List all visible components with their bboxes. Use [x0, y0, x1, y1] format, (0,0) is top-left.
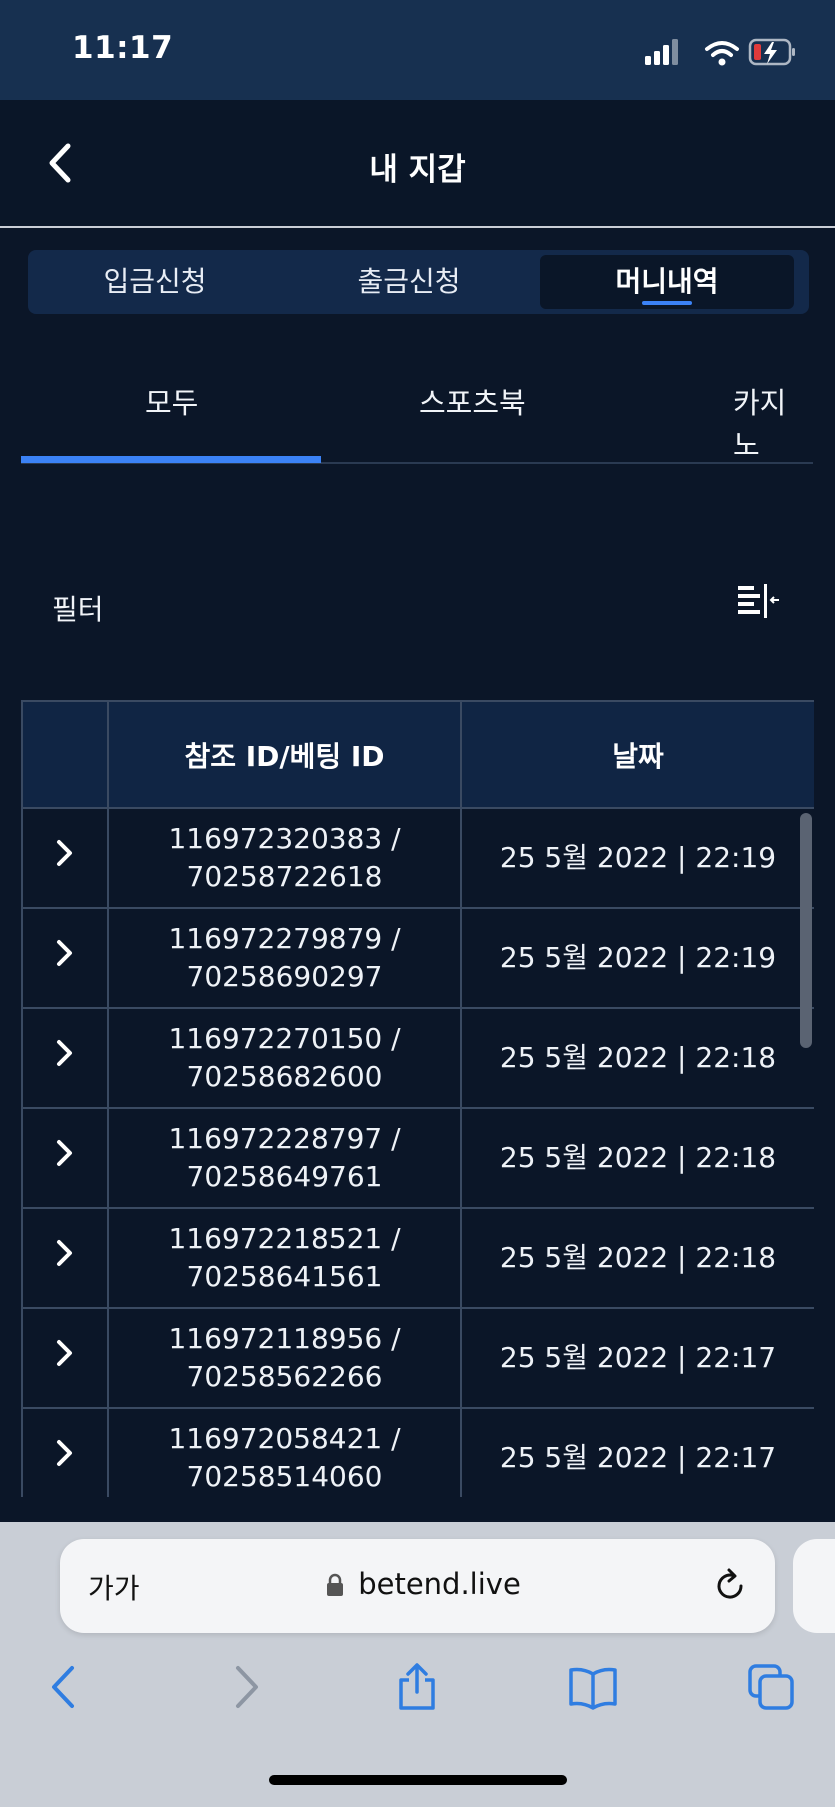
- battery-icon: [748, 38, 795, 66]
- reload-icon[interactable]: [711, 1567, 749, 1605]
- tab-sportsbook[interactable]: 스포츠북: [419, 380, 526, 422]
- home-indicator: [269, 1775, 567, 1785]
- filter-label: 필터: [52, 593, 104, 626]
- expand-row-button[interactable]: [21, 907, 109, 1009]
- reference-id-cell: 116972320383 / 70258722618: [107, 807, 462, 909]
- chevron-right-icon: [57, 1440, 72, 1466]
- date-cell: 25 5월 2022 | 22:18: [460, 1207, 814, 1309]
- date-cell: 25 5월 2022 | 22:18: [460, 1007, 814, 1109]
- reference-id: 116972279879 /: [168, 922, 401, 955]
- reference-id: 116972320383 /: [168, 822, 401, 855]
- reference-id: 116972118956 /: [168, 1322, 401, 1355]
- date-cell: 25 5월 2022 | 22:17: [460, 1407, 814, 1497]
- table-header-row: 참조 ID/베팅 ID 날짜: [21, 700, 814, 809]
- chevron-right-icon: [57, 1140, 72, 1166]
- column-header-expand: [21, 700, 109, 809]
- share-icon[interactable]: [392, 1662, 442, 1712]
- url-domain: betend.live: [358, 1567, 521, 1601]
- expand-row-button[interactable]: [21, 1207, 109, 1309]
- url-text: betend.live: [60, 1567, 775, 1601]
- column-header-date: 날짜: [460, 700, 814, 809]
- active-tab-indicator: [21, 456, 321, 463]
- table-row[interactable]: 116972228797 / 70258649761 25 5월 2022 | 2…: [21, 1107, 814, 1209]
- bet-id: 70258649761: [186, 1160, 383, 1193]
- expand-row-button[interactable]: [21, 1307, 109, 1409]
- page-title: 내 지갑: [369, 152, 466, 188]
- next-tab-preview[interactable]: [793, 1539, 835, 1633]
- reference-id-cell: 116972228797 / 70258649761: [107, 1107, 462, 1209]
- reference-id: 116972058421 /: [168, 1422, 401, 1455]
- column-header-reference-id: 참조 ID/베팅 ID: [107, 700, 462, 809]
- filter-row: 필터: [52, 580, 792, 630]
- bet-id: 70258682600: [186, 1060, 383, 1093]
- tab-label: 입금신청: [103, 265, 207, 298]
- category-tabs: 모두 스포츠북 카지노: [21, 360, 813, 464]
- bet-id: 70258690297: [186, 960, 383, 993]
- tab-all[interactable]: 모두: [145, 380, 198, 422]
- wallet-tabs: 입금신청 출금신청 머니내역: [28, 250, 809, 314]
- browser-back-icon[interactable]: [40, 1662, 90, 1712]
- status-bar: 11:17: [0, 0, 835, 100]
- tab-label: 출금신청: [357, 265, 461, 298]
- bet-id: 70258641561: [186, 1260, 383, 1293]
- reference-id-cell: 116972218521 / 70258641561: [107, 1207, 462, 1309]
- app-header: 내 지갑: [0, 100, 835, 228]
- bet-id: 70258562266: [186, 1360, 383, 1393]
- chevron-right-icon: [57, 940, 72, 966]
- bet-id: 70258722618: [186, 860, 383, 893]
- signal-icon: [645, 39, 678, 65]
- tab-casino[interactable]: 카지노: [733, 380, 813, 464]
- transactions-table: 참조 ID/베팅 ID 날짜 116972320383 / 70258722618…: [21, 700, 814, 1497]
- date-cell: 25 5월 2022 | 22:17: [460, 1307, 814, 1409]
- chevron-right-icon: [57, 1040, 72, 1066]
- expand-row-button[interactable]: [21, 1107, 109, 1209]
- date-cell: 25 5월 2022 | 22:19: [460, 907, 814, 1009]
- expand-row-button[interactable]: [21, 1007, 109, 1109]
- reference-id: 116972270150 /: [168, 1022, 401, 1055]
- reference-id: 116972218521 /: [168, 1222, 401, 1255]
- reference-id: 116972228797 /: [168, 1122, 401, 1155]
- chevron-right-icon: [57, 1340, 72, 1366]
- address-bar[interactable]: 가가 betend.live: [60, 1539, 775, 1633]
- table-scrollbar[interactable]: [800, 813, 812, 1048]
- active-tab-indicator: [642, 301, 692, 305]
- reference-id-cell: 116972058421 / 70258514060: [107, 1407, 462, 1497]
- expand-row-button[interactable]: [21, 1407, 109, 1497]
- table-row[interactable]: 116972218521 / 70258641561 25 5월 2022 | 2…: [21, 1207, 814, 1309]
- wifi-icon: [705, 41, 739, 66]
- tab-money-history[interactable]: 머니내역: [540, 255, 794, 309]
- date-cell: 25 5월 2022 | 22:18: [460, 1107, 814, 1209]
- reference-id-cell: 116972270150 / 70258682600: [107, 1007, 462, 1109]
- table-row[interactable]: 116972270150 / 70258682600 25 5월 2022 | 2…: [21, 1007, 814, 1109]
- table-row[interactable]: 116972279879 / 70258690297 25 5월 2022 | 2…: [21, 907, 814, 1009]
- browser-forward-icon[interactable]: [220, 1662, 270, 1712]
- date-cell: 25 5월 2022 | 22:19: [460, 807, 814, 909]
- filter-toggle-icon[interactable]: [736, 580, 780, 624]
- reference-id-cell: 116972118956 / 70258562266: [107, 1307, 462, 1409]
- status-time: 11:17: [72, 30, 174, 66]
- chevron-right-icon: [57, 840, 72, 866]
- table-row[interactable]: 116972320383 / 70258722618 25 5월 2022 | 2…: [21, 807, 814, 909]
- bookmarks-icon[interactable]: [568, 1662, 618, 1712]
- table-row[interactable]: 116972118956 / 70258562266 25 5월 2022 | 2…: [21, 1307, 814, 1409]
- chevron-right-icon: [57, 1240, 72, 1266]
- tab-withdraw-request[interactable]: 출금신청: [282, 255, 536, 309]
- expand-row-button[interactable]: [21, 807, 109, 909]
- tab-label: 머니내역: [615, 265, 719, 298]
- table-row[interactable]: 116972058421 / 70258514060 25 5월 2022 | 2…: [21, 1407, 814, 1497]
- status-icons: [645, 38, 795, 66]
- bet-id: 70258514060: [186, 1460, 383, 1493]
- tabs-icon[interactable]: [746, 1662, 796, 1712]
- tab-deposit-request[interactable]: 입금신청: [28, 255, 282, 309]
- reference-id-cell: 116972279879 / 70258690297: [107, 907, 462, 1009]
- browser-bottom-bar: 가가 betend.live: [0, 1522, 835, 1807]
